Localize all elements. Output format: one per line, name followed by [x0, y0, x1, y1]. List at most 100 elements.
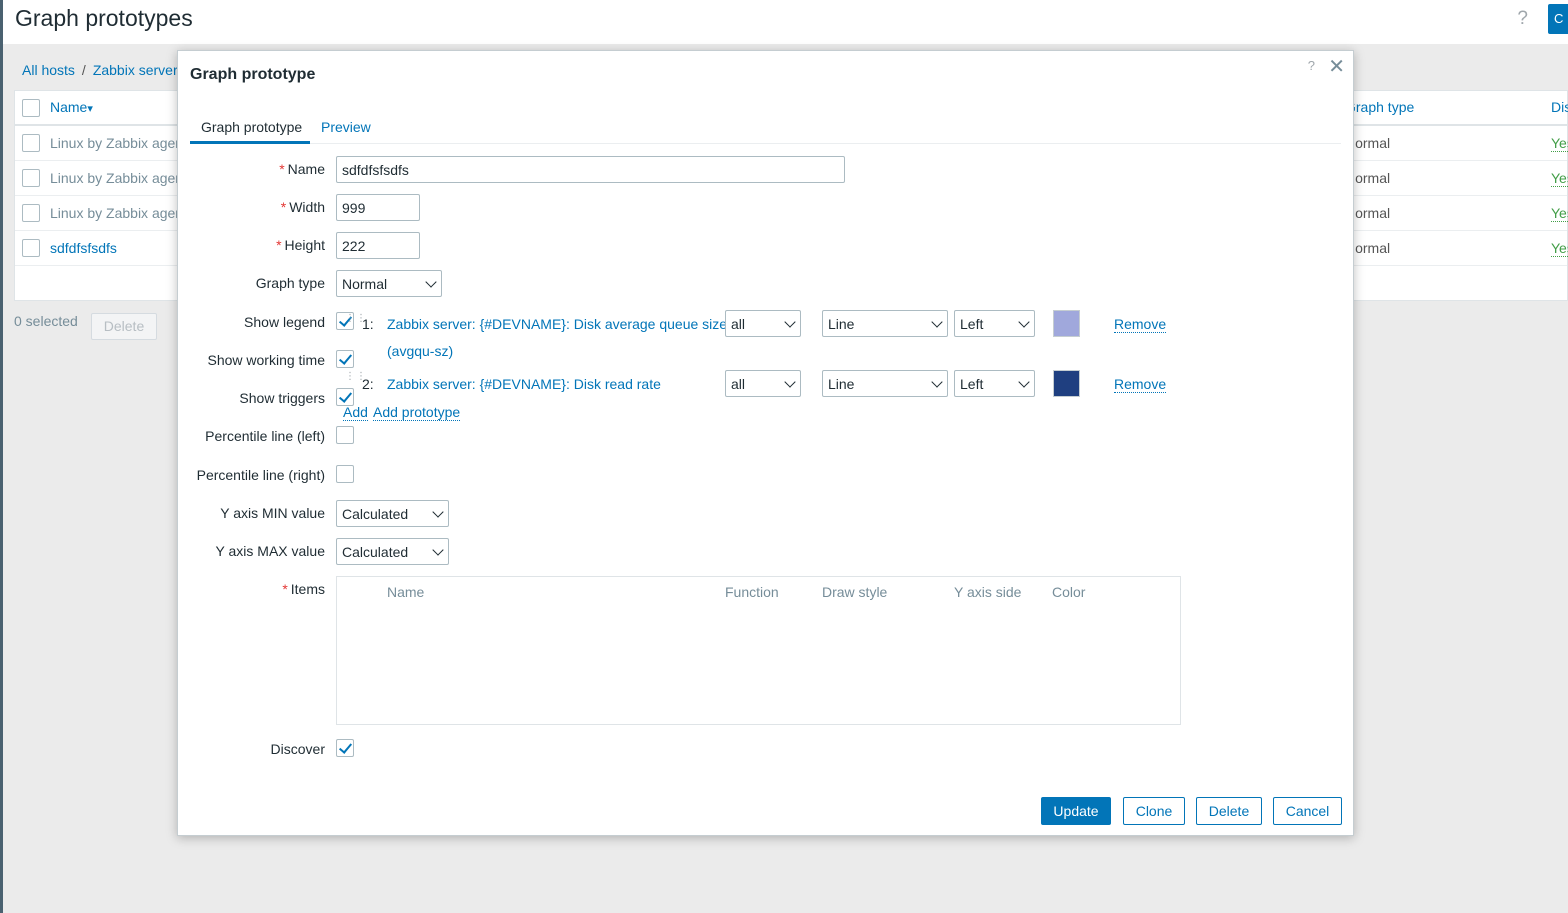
show-triggers-label: Show triggers	[239, 390, 325, 406]
graph-item-name[interactable]: Zabbix server: {#DEVNAME}: Disk read rat…	[387, 376, 661, 392]
column-graph-type[interactable]: Graph type	[1345, 99, 1414, 115]
item-index: 2:	[362, 376, 374, 392]
selected-count: 0 selected	[14, 313, 78, 329]
height-input[interactable]: 222	[336, 232, 420, 259]
graph-prototype-dialog: Graph prototype ? ✕ Graph prototype Prev…	[177, 50, 1354, 836]
row-name[interactable]: Linux by Zabbix agent	[50, 135, 187, 151]
remove-item-link[interactable]: Remove	[1114, 376, 1167, 393]
drag-handle-icon[interactable]: ⋮⋮	[345, 372, 366, 391]
drag-handle-icon[interactable]: ⋮⋮	[345, 314, 366, 333]
item-function-select[interactable]: all	[725, 370, 801, 397]
chevron-down-icon	[931, 316, 943, 328]
row-name[interactable]: Linux by Zabbix agent	[50, 205, 187, 221]
chevron-down-icon	[931, 376, 943, 388]
row-discover[interactable]: Yes	[1551, 240, 1568, 257]
row-name[interactable]: sdfdfsfsdfs	[50, 240, 117, 256]
chevron-down-icon	[1018, 316, 1030, 328]
item-color-swatch[interactable]	[1053, 370, 1080, 397]
breadcrumb-host[interactable]: Zabbix server	[93, 62, 178, 78]
item-function-select[interactable]: all	[725, 310, 801, 337]
update-button[interactable]: Update	[1041, 797, 1111, 825]
sort-down-icon: ▾	[87, 103, 93, 115]
row-discover[interactable]: Yes	[1551, 135, 1568, 152]
tab-graph-prototype[interactable]: Graph prototype	[201, 119, 302, 135]
chevron-down-icon	[432, 506, 444, 518]
chevron-down-icon	[425, 276, 437, 288]
graph-item-name[interactable]: Zabbix server: {#DEVNAME}: Disk average …	[387, 316, 727, 332]
clone-button[interactable]: Clone	[1123, 797, 1185, 825]
width-input[interactable]: 999	[336, 194, 420, 221]
graph-item-name-cont[interactable]: (avgqu-sz)	[387, 343, 453, 359]
cancel-button[interactable]: Cancel	[1273, 797, 1342, 825]
column-name-label: Name	[50, 99, 88, 115]
item-y-axis-side-value: Left	[960, 316, 984, 332]
tab-preview[interactable]: Preview	[321, 119, 371, 135]
row-checkbox[interactable]	[22, 169, 40, 187]
help-icon[interactable]: ?	[1517, 8, 1528, 30]
width-label: * Width	[281, 199, 325, 215]
row-discover[interactable]: Yes	[1551, 205, 1568, 222]
item-function-value: all	[731, 376, 746, 392]
name-label-text: Name	[287, 161, 325, 177]
row-name[interactable]: Linux by Zabbix agent	[50, 170, 187, 186]
row-discover[interactable]: Yes	[1551, 170, 1568, 187]
y-axis-max-select[interactable]: Calculated	[336, 538, 449, 565]
show-working-time-checkbox[interactable]	[336, 350, 354, 368]
column-discover[interactable]: Dis	[1551, 99, 1568, 115]
item-color-swatch[interactable]	[1053, 310, 1080, 337]
row-checkbox[interactable]	[22, 204, 40, 222]
height-label-text: Height	[284, 237, 325, 253]
items-label-text: Items	[290, 581, 325, 597]
dialog-title: Graph prototype	[190, 66, 316, 83]
item-draw-style-value: Line	[828, 316, 855, 332]
left-nav-edge	[0, 0, 3, 913]
breadcrumb-separator: /	[81, 62, 86, 78]
breadcrumb-all-hosts[interactable]: All hosts	[22, 62, 75, 78]
items-col-color: Color	[1052, 584, 1086, 600]
required-mark: *	[282, 581, 288, 597]
remove-item-link[interactable]: Remove	[1114, 316, 1167, 333]
percentile-right-label: Percentile line (right)	[196, 467, 325, 483]
percentile-right-checkbox[interactable]	[336, 465, 354, 483]
chevron-down-icon	[784, 316, 796, 328]
y-axis-max-label: Y axis MAX value	[215, 543, 325, 559]
graph-type-select[interactable]: Normal	[336, 270, 442, 297]
mass-delete-button[interactable]: Delete	[91, 313, 157, 340]
width-label-text: Width	[289, 199, 325, 215]
y-axis-max-value: Calculated	[342, 544, 409, 560]
add-prototype-link[interactable]: Add prototype	[373, 404, 461, 421]
items-col-function: Function	[725, 584, 779, 600]
item-draw-style-select[interactable]: Line	[822, 370, 948, 397]
percentile-left-checkbox[interactable]	[336, 426, 354, 444]
active-tab-indicator	[190, 141, 310, 144]
dialog-tabs: Graph prototype Preview	[190, 109, 1341, 144]
item-y-axis-side-select[interactable]: Left	[954, 370, 1035, 397]
row-checkbox[interactable]	[22, 239, 40, 257]
add-item-link[interactable]: Add	[343, 404, 368, 421]
row-checkbox[interactable]	[22, 134, 40, 152]
discover-checkbox[interactable]	[336, 739, 354, 757]
items-col-draw-style: Draw style	[822, 584, 888, 600]
item-y-axis-side-value: Left	[960, 376, 984, 392]
breadcrumb: All hosts / Zabbix server	[22, 62, 178, 78]
page-title: Graph prototypes	[15, 5, 193, 31]
item-draw-style-value: Line	[828, 376, 855, 392]
create-graph-prototype-button[interactable]: C	[1548, 4, 1568, 34]
required-mark: *	[279, 161, 285, 177]
select-all-checkbox[interactable]	[22, 99, 40, 117]
graph-type-label: Graph type	[255, 275, 325, 291]
delete-button[interactable]: Delete	[1196, 797, 1262, 825]
item-function-value: all	[731, 316, 746, 332]
height-label: * Height	[276, 237, 325, 253]
items-col-name: Name	[387, 584, 425, 600]
y-axis-min-select[interactable]: Calculated	[336, 500, 449, 527]
required-mark: *	[276, 237, 282, 253]
chevron-down-icon	[432, 544, 444, 556]
item-draw-style-select[interactable]: Line	[822, 310, 948, 337]
close-icon[interactable]: ✕	[1328, 54, 1345, 79]
name-input[interactable]: sdfdfsfsdfs	[336, 156, 845, 183]
dialog-help-icon[interactable]: ?	[1308, 58, 1315, 73]
discover-label: Discover	[270, 741, 325, 757]
column-name[interactable]: Name▾	[50, 99, 93, 115]
item-y-axis-side-select[interactable]: Left	[954, 310, 1035, 337]
